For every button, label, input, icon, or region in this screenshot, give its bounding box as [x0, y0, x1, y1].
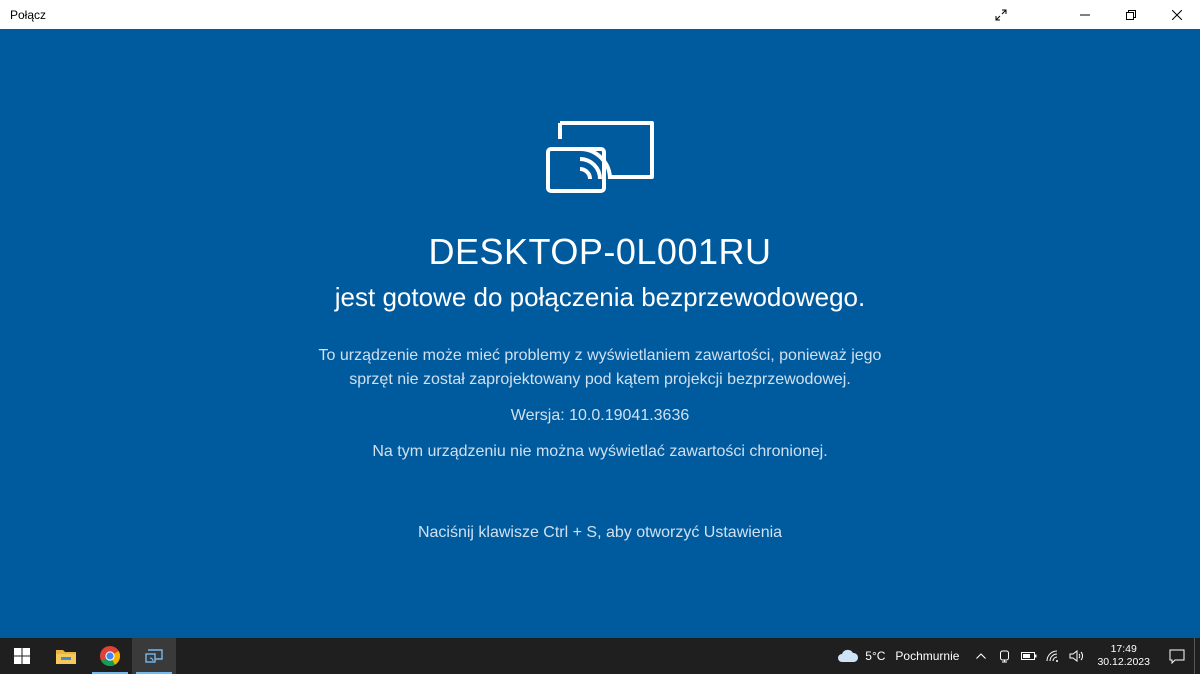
tray-meet-now[interactable]	[995, 638, 1015, 674]
close-button[interactable]	[1154, 0, 1200, 29]
window-title: Połącz	[10, 7, 47, 22]
clock-date: 30.12.2023	[1097, 656, 1150, 668]
notification-icon	[1169, 649, 1185, 664]
connect-app-icon	[145, 649, 163, 663]
close-icon	[1172, 9, 1182, 20]
settings-shortcut-hint: Naciśnij klawisze Ctrl + S, aby otworzyć…	[417, 524, 783, 541]
wireless-display-icon	[546, 121, 654, 193]
tray-network[interactable]	[1043, 638, 1063, 674]
taskbar-connect-app[interactable]	[132, 638, 176, 674]
device-name: DESKTOP-0L001RU	[428, 231, 772, 272]
weather-temperature: 5°C	[865, 649, 886, 663]
expand-icon	[995, 9, 1007, 20]
taskbar-clock[interactable]: 17:49 30.12.2023	[1089, 643, 1160, 669]
warning-line-2: sprzęt nie został zaprojektowany pod kąt…	[349, 371, 851, 388]
tray-volume[interactable]	[1067, 638, 1087, 674]
show-desktop-button[interactable]	[1194, 638, 1200, 674]
minimize-icon	[1080, 14, 1090, 15]
chrome-icon	[100, 646, 121, 667]
speaker-icon	[1069, 650, 1084, 662]
ready-status-text: jest gotowe do połączenia bezprzewodoweg…	[334, 282, 866, 312]
connect-main-area: DESKTOP-0L001RU jest gotowe do połączeni…	[0, 29, 1200, 638]
hardware-warning: To urządzenie może mieć problemy z wyświ…	[290, 344, 910, 392]
windows-logo-icon	[14, 648, 30, 664]
weather-description: Pochmurnie	[895, 649, 960, 663]
title-bar: Połącz	[0, 0, 1200, 29]
restore-icon	[1126, 9, 1136, 20]
battery-icon	[1021, 652, 1037, 660]
file-explorer-icon	[56, 650, 76, 664]
protected-content-notice: Na tym urządzeniu nie można wyświetlać z…	[372, 443, 828, 460]
clock-time: 17:49	[1110, 643, 1137, 655]
wifi-icon	[1046, 650, 1059, 662]
system-tray: 5°C Pochmurnie 17:49 30.12.2023	[827, 638, 1200, 674]
taskbar-file-explorer[interactable]	[44, 638, 88, 674]
chevron-up-icon	[976, 653, 987, 659]
tray-battery[interactable]	[1019, 638, 1039, 674]
show-hidden-icons-button[interactable]	[971, 638, 991, 674]
camera-icon	[1000, 650, 1010, 663]
minimize-button[interactable]	[1062, 0, 1108, 29]
taskbar: 5°C Pochmurnie 17:49 30.12.2023	[0, 638, 1200, 674]
weather-widget[interactable]: 5°C Pochmurnie	[827, 649, 969, 663]
start-button[interactable]	[0, 638, 44, 674]
cloud-icon	[838, 649, 859, 662]
version-text: Wersja: 10.0.19041.3636	[510, 407, 690, 424]
taskbar-chrome[interactable]	[88, 638, 132, 674]
action-center-button[interactable]	[1160, 638, 1194, 674]
fullscreen-button[interactable]	[978, 0, 1024, 29]
warning-line-1: To urządzenie może mieć problemy z wyświ…	[318, 347, 882, 364]
restore-button[interactable]	[1108, 0, 1154, 29]
